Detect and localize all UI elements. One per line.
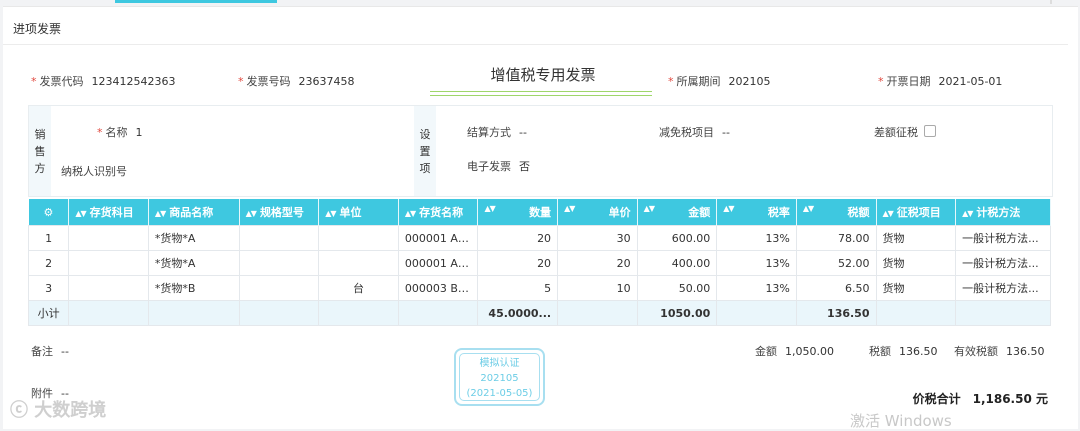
required-mark: * — [668, 75, 674, 88]
column-settings-gear-icon[interactable]: ⚙ — [28, 199, 70, 226]
title-divider — [3, 44, 1068, 45]
invoice-card: 进项发票 * 发票代码 123412542363 * 发票号码 23637458 增值税… — [3, 6, 1078, 429]
seller-name-field: * 名称 1 — [97, 126, 143, 139]
diff-tax-field: 差额征税 — [874, 124, 936, 140]
seller-settings-box: 销 售 方 * 名称 1 纳税人识别号 设 置 项 结算方式 -- 减免税项目 -- 差… — [28, 105, 1053, 197]
sort-icon: ▲▼ — [802, 204, 814, 213]
subtotal-label: 小计 — [27, 300, 70, 326]
issue-date-field: * 开票日期 2021-05-01 — [878, 75, 1003, 88]
sort-icon: ▲▼ — [325, 209, 336, 218]
invoice-title-underline — [430, 95, 652, 96]
settlement-field: 结算方式 -- — [467, 126, 527, 139]
required-mark: * — [97, 126, 103, 139]
sort-icon: ▲▼ — [154, 209, 166, 218]
column-header-spec[interactable]: ▲▼ 规格型号 — [239, 199, 320, 226]
page-title: 进项发票 — [13, 22, 62, 36]
column-header-tax-item[interactable]: ▲▼ 征税项目 — [876, 199, 957, 226]
stamp-title: 模拟认证 — [479, 358, 520, 369]
invoice-code-value: 123412542363 — [91, 75, 176, 88]
invoice-title-underline — [430, 91, 652, 92]
seller-name-value: 1 — [135, 126, 143, 139]
column-header-tax-method[interactable]: ▲▼ 计税方法 — [955, 199, 1051, 226]
invoice-title: 增值税专用发票 — [490, 66, 596, 84]
top-tab-bar — [0, 0, 1080, 4]
brand-watermark: ⓒ 大数跨境 — [10, 400, 107, 421]
e-invoice-value: 否 — [519, 160, 530, 173]
required-mark: * — [878, 75, 884, 88]
table-row[interactable]: 2 *货物*A 000001 A 台 20 20 400.00 13% 52.0… — [27, 250, 1051, 276]
column-header-tax-rate[interactable]: ▲▼ 税率 — [716, 199, 797, 226]
valid-tax-summary-value: 136.50 — [1006, 345, 1045, 358]
sort-icon: ▲▼ — [245, 209, 257, 218]
subtotal-tax: 136.50 — [795, 300, 877, 326]
stamp-period: 202105 — [480, 373, 519, 384]
seller-side-label: 销 售 方 — [34, 128, 46, 175]
sort-icon: ▲▼ — [75, 209, 86, 218]
period-value: 202105 — [728, 75, 771, 88]
settings-side-label: 设 置 项 — [419, 128, 431, 175]
invoice-code-field: * 发票代码 123412542363 — [31, 75, 176, 88]
e-invoice-field: 电子发票否 — [467, 160, 530, 173]
active-tab-indicator — [115, 0, 277, 3]
amount-summary: 金额 1,050.00 — [755, 345, 834, 358]
grand-total: 价税合计 1,186.50 元 — [912, 392, 1048, 406]
column-header-unit-price[interactable]: ▲▼ 单价 — [557, 199, 638, 226]
remark-value: -- — [61, 345, 69, 358]
invoice-items-table: ⚙ ▲▼ 存货科目 ▲▼ 商品名称 ▲▼ 规格型号 ▲▼ 单位 ▲▼ 存货名称 ▲▼ 数量 … — [27, 199, 1051, 326]
sort-icon: ▲▼ — [962, 209, 973, 218]
remark-field: 备注 -- — [31, 345, 69, 358]
sort-icon: ▲▼ — [484, 204, 495, 213]
subtotal-row: 小计 45.0000... 1050.00 136.50 — [27, 300, 1051, 326]
seller-tax-id-label: 纳税人识别号 — [61, 165, 127, 178]
column-header-inventory-account[interactable]: ▲▼ 存货科目 — [68, 199, 149, 226]
period-field: * 所属期间 202105 — [668, 75, 771, 88]
certification-stamp: 模拟认证 202105 (2021-05-05) — [454, 348, 545, 406]
issue-date-value: 2021-05-01 — [938, 75, 1003, 88]
column-header-product-name[interactable]: ▲▼ 商品名称 — [148, 199, 240, 226]
required-mark: * — [31, 75, 37, 88]
invoice-number-value: 23637458 — [298, 75, 355, 88]
stamp-date: (2021-05-05) — [466, 388, 533, 399]
tax-summary-value: 136.50 — [899, 345, 938, 358]
column-header-unit[interactable]: ▲▼ 单位 — [318, 199, 399, 226]
table-header-row: ⚙ ▲▼ 存货科目 ▲▼ 商品名称 ▲▼ 规格型号 ▲▼ 单位 ▲▼ 存货名称 ▲▼ 数量 … — [28, 199, 1051, 226]
amount-summary-value: 1,050.00 — [785, 345, 834, 358]
sort-icon: ▲▼ — [564, 204, 575, 213]
required-mark: * — [238, 75, 244, 88]
sort-icon: ▲▼ — [882, 209, 894, 218]
table-row[interactable]: 3 *货物*B 台 000003 B 瓶 5 10 50.00 13% 6.50… — [27, 275, 1051, 301]
exempt-value: -- — [722, 126, 730, 139]
invoice-number-field: * 发票号码 23637458 — [238, 75, 355, 88]
sort-icon: ▲▼ — [404, 209, 416, 218]
sort-icon: ▲▼ — [643, 204, 655, 213]
valid-tax-summary: 有效税额 136.50 — [954, 345, 1045, 358]
diff-tax-checkbox[interactable] — [924, 125, 936, 137]
subtotal-quantity: 45.0000... — [477, 300, 559, 326]
tax-summary: 税额 136.50 — [869, 345, 938, 358]
table-row[interactable]: 1 *货物*A 000001 A 台 20 30 600.00 13% 78.0… — [27, 225, 1051, 251]
subtotal-amount: 1050.00 — [636, 300, 718, 326]
sort-icon: ▲▼ — [723, 204, 734, 213]
column-header-inventory-name[interactable]: ▲▼ 存货名称 — [398, 199, 479, 226]
settlement-value: -- — [519, 126, 527, 139]
column-header-amount[interactable]: ▲▼ 金额 — [637, 199, 718, 226]
tab-divider — [1050, 0, 1052, 4]
exempt-field: 减免税项目 -- — [659, 126, 730, 139]
column-header-tax[interactable]: ▲▼ 税额 — [796, 199, 877, 226]
grand-total-value: 1,186.50 元 — [972, 392, 1048, 406]
column-header-quantity[interactable]: ▲▼ 数量 — [477, 199, 559, 226]
